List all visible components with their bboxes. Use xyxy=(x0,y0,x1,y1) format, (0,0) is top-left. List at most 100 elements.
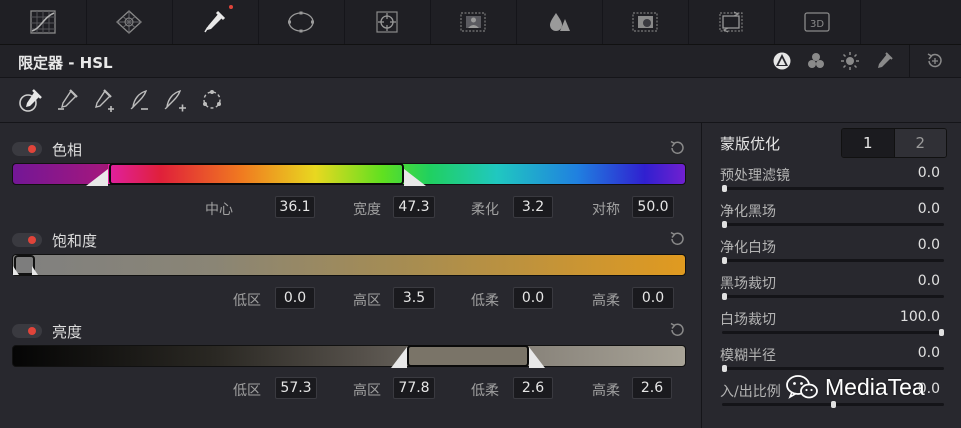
color-warper-tab[interactable] xyxy=(86,0,173,44)
sizing-icon xyxy=(719,11,743,33)
saturation-soft-high-handle[interactable] xyxy=(32,266,40,276)
key-tab[interactable] xyxy=(602,0,689,44)
hue-enable-toggle[interactable] xyxy=(12,142,42,156)
slider-knob[interactable] xyxy=(722,185,727,192)
blur-icon xyxy=(550,13,570,31)
black-clip-value[interactable]: 0.0 xyxy=(918,273,940,289)
pre-filter-slider[interactable] xyxy=(722,185,944,192)
clean-white-slider[interactable] xyxy=(722,257,944,264)
sat-high-field[interactable]: 3.5 xyxy=(393,287,435,309)
key-icon xyxy=(632,12,658,32)
lum-high-soft-label: 高柔 xyxy=(592,383,620,399)
hue-selection-window[interactable] xyxy=(109,163,404,185)
picker-plus-button[interactable] xyxy=(90,86,118,114)
hue-reset-icon[interactable] xyxy=(668,139,686,157)
slider-knob[interactable] xyxy=(722,365,727,372)
hue-header: 色相 xyxy=(12,139,82,159)
lum-high-field[interactable]: 77.8 xyxy=(393,377,435,399)
invert-icon xyxy=(203,90,221,109)
hue-soft-high-handle[interactable] xyxy=(404,169,428,187)
reset-all-button[interactable] xyxy=(918,45,952,77)
picker-active-icon xyxy=(19,89,42,112)
luminance-soft-low-handle[interactable] xyxy=(391,347,409,369)
black-clip-slider[interactable] xyxy=(722,293,944,300)
white-clip-label: 白场裁切 xyxy=(720,312,776,328)
slider-knob[interactable] xyxy=(722,257,727,264)
curves-tab[interactable] xyxy=(0,0,87,44)
saturation-reset-icon[interactable] xyxy=(668,230,686,248)
3d-icon: 3D xyxy=(804,12,830,32)
hue-center-field[interactable]: 36.1 xyxy=(275,196,315,218)
luminance-header: 亮度 xyxy=(12,321,82,341)
3d-qualifier-button[interactable] xyxy=(867,45,901,77)
lum-low-soft-field[interactable]: 2.6 xyxy=(513,377,553,399)
in-out-ratio-slider[interactable] xyxy=(722,401,944,408)
color-warper-icon xyxy=(116,10,142,34)
sat-low-field[interactable]: 0.0 xyxy=(275,287,315,309)
matte-row: 净化黑场 0.0 xyxy=(720,201,946,237)
lum-high-soft-field[interactable]: 2.6 xyxy=(632,377,672,399)
white-clip-value[interactable]: 100.0 xyxy=(900,309,940,325)
qualifier-icon xyxy=(204,10,226,33)
hue-soft-field[interactable]: 3.2 xyxy=(513,196,553,218)
3d-tab[interactable]: 3D xyxy=(774,0,861,44)
hue-soft-label: 柔化 xyxy=(471,202,499,218)
luminance-selection-window[interactable] xyxy=(407,345,529,367)
rgb-mode-button[interactable] xyxy=(799,45,833,77)
hsl-mode-button[interactable] xyxy=(765,45,799,77)
hue-range-bar[interactable] xyxy=(12,163,686,187)
tracker-tab[interactable] xyxy=(344,0,431,44)
wechat-logo-icon xyxy=(786,375,818,399)
clean-black-slider[interactable] xyxy=(722,221,944,228)
feather-plus-icon xyxy=(164,89,186,112)
magic-mask-tab[interactable] xyxy=(430,0,517,44)
saturation-soft-low-handle[interactable] xyxy=(13,266,21,276)
clean-black-value[interactable]: 0.0 xyxy=(918,201,940,217)
saturation-enable-toggle[interactable] xyxy=(12,233,42,247)
rgb-mode-icon xyxy=(808,53,824,68)
clean-white-label: 净化白场 xyxy=(720,240,776,256)
hue-soft-low-handle[interactable] xyxy=(86,169,110,187)
sat-low-soft-field[interactable]: 0.0 xyxy=(513,287,553,309)
luminance-enable-toggle[interactable] xyxy=(12,324,42,338)
blur-radius-slider[interactable] xyxy=(722,365,944,372)
matte-row: 白场裁切 100.0 xyxy=(720,309,946,345)
luminance-reset-icon[interactable] xyxy=(668,321,686,339)
lum-low-field[interactable]: 57.3 xyxy=(275,377,317,399)
luminance-range-bar[interactable] xyxy=(12,345,686,369)
matte-tab-switch: 1 2 xyxy=(841,128,947,158)
blur-radius-value[interactable]: 0.0 xyxy=(918,345,940,361)
matte-tab-1[interactable]: 1 xyxy=(842,129,894,157)
slider-knob[interactable] xyxy=(722,221,727,228)
white-clip-slider[interactable] xyxy=(722,329,944,336)
feather-plus-button[interactable] xyxy=(162,86,190,114)
clean-white-value[interactable]: 0.0 xyxy=(918,237,940,253)
feather-minus-button[interactable] xyxy=(126,86,154,114)
hue-width-field[interactable]: 47.3 xyxy=(393,196,435,218)
slider-knob[interactable] xyxy=(722,293,727,300)
sat-high-soft-field[interactable]: 0.0 xyxy=(632,287,674,309)
saturation-range-bar[interactable] xyxy=(12,254,686,276)
qualifier-tab[interactable] xyxy=(172,0,259,44)
blur-tab[interactable] xyxy=(516,0,603,44)
pre-filter-value[interactable]: 0.0 xyxy=(918,165,940,181)
sat-low-soft-label: 低柔 xyxy=(471,293,499,309)
matte-row: 黑场裁切 0.0 xyxy=(720,273,946,309)
luma-mode-button[interactable] xyxy=(833,45,867,77)
eyedropper-icon xyxy=(878,52,893,68)
blur-radius-label: 模糊半径 xyxy=(720,348,776,364)
picker-minus-button[interactable] xyxy=(54,86,82,114)
slider-knob[interactable] xyxy=(831,401,836,408)
window-tab[interactable] xyxy=(258,0,345,44)
tracker-icon xyxy=(376,11,398,33)
hue-fields: 中心 36.1 宽度 47.3 柔化 3.2 对称 50.0 xyxy=(0,196,700,220)
matte-row: 净化白场 0.0 xyxy=(720,237,946,273)
sizing-tab[interactable] xyxy=(688,0,775,44)
luminance-soft-high-handle[interactable] xyxy=(529,347,547,369)
slider-knob[interactable] xyxy=(939,329,944,336)
picker-button[interactable] xyxy=(17,86,45,114)
invert-selection-button[interactable] xyxy=(198,86,226,114)
hue-symmetry-field[interactable]: 50.0 xyxy=(632,196,674,218)
hsl-mode-icon xyxy=(773,52,791,70)
matte-tab-2[interactable]: 2 xyxy=(893,129,946,157)
